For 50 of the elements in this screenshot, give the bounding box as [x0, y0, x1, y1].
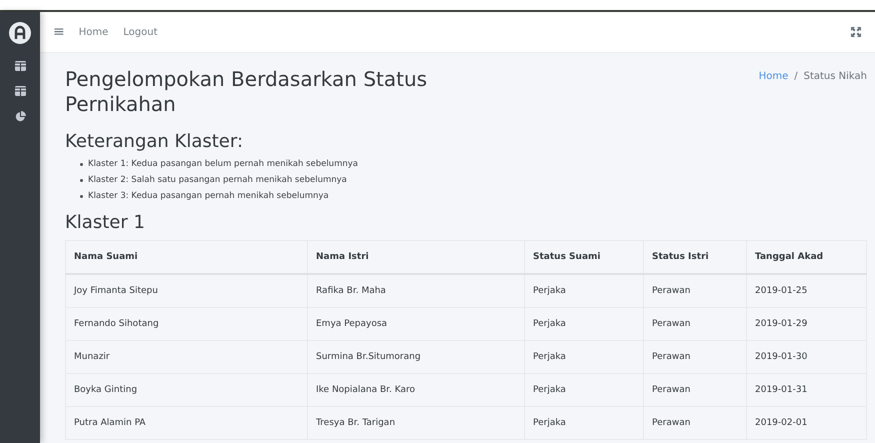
nav-link[interactable]: Logout: [123, 26, 158, 38]
table-cell: Emya Pepayosa: [308, 308, 524, 340]
table-cell: 2019-01-29: [746, 308, 866, 340]
table-cell: Perjaka: [524, 340, 644, 374]
bullet-icon: [80, 162, 83, 166]
table-cell: 2019-01-30: [746, 340, 866, 374]
column-header: Nama Suami: [66, 240, 308, 274]
table-cell: Fernando Sihotang: [66, 308, 308, 340]
legend-item: Klaster 3: Kedua pasangan pernah menikah sebelumnya: [88, 191, 329, 201]
table-cell: Putra Alamin PA: [66, 406, 308, 440]
table-cell: Perawan: [644, 406, 746, 440]
logo-icon[interactable]: [9, 22, 31, 44]
table-cell: Perjaka: [524, 308, 644, 340]
column-header: Status Suami: [524, 240, 644, 274]
breadcrumb-current: Status Nikah: [804, 71, 867, 82]
legend-heading: Keterangan Klaster:: [65, 131, 244, 153]
breadcrumb-separator: /: [794, 71, 798, 82]
table-cell: Boyka Ginting: [66, 374, 308, 406]
table-cell: Joy Fimanta Sitepu: [66, 274, 308, 308]
nav-link[interactable]: Home: [78, 26, 108, 38]
breadcrumb-link[interactable]: Home: [758, 71, 788, 82]
table-cell: 2019-02-01: [746, 406, 866, 440]
table-icon[interactable]: [14, 61, 26, 71]
pie-chart-icon[interactable]: [14, 111, 26, 122]
menu-icon[interactable]: ≡: [53, 24, 65, 40]
table-cell: Surmina Br.Situmorang: [308, 340, 524, 374]
table-icon[interactable]: [14, 86, 26, 96]
fullscreen-icon[interactable]: [851, 27, 861, 37]
table-cell: Munazir: [66, 340, 308, 374]
bullet-icon: [80, 178, 83, 182]
table-cell: Perjaka: [524, 274, 644, 308]
section-title: Klaster 1: [65, 212, 146, 234]
page-title: Pengelompokan Berdasarkan Status Pernikahan: [65, 67, 428, 117]
table-cell: Tresya Br. Tarigan: [308, 406, 524, 440]
table-cell: 2019-01-31: [746, 374, 866, 406]
table-cell: Perawan: [644, 340, 746, 374]
table-cell: Rafika Br. Maha: [308, 274, 524, 308]
table-cell: Perawan: [644, 274, 746, 308]
legend-item: Klaster 1: Kedua pasangan belum pernah menikah sebelumnya: [88, 159, 358, 169]
table-cell: Perawan: [644, 308, 746, 340]
column-header: Tanggal Akad: [746, 240, 866, 274]
table-cell: 2019-01-25: [746, 274, 866, 308]
table-cell: Perjaka: [524, 406, 644, 440]
column-header: Nama Istri: [308, 240, 524, 274]
legend-item: Klaster 2: Salah satu pasangan pernah menikah sebelumnya: [88, 175, 347, 185]
table-cell: Perjaka: [524, 374, 644, 406]
bullet-icon: [80, 194, 83, 198]
column-header: Status Istri: [644, 240, 746, 274]
table-cell: Ike Nopialana Br. Karo: [308, 374, 524, 406]
table-cell: Perawan: [644, 374, 746, 406]
